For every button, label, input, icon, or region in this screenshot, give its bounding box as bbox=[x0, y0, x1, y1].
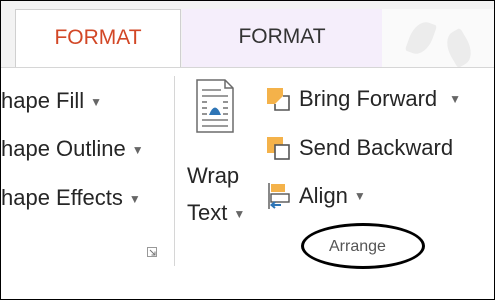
leaf-shape bbox=[440, 27, 478, 69]
bring-forward-label: Bring Forward bbox=[299, 86, 438, 111]
leaf-shape bbox=[404, 18, 438, 58]
tab-label: FORMAT bbox=[238, 25, 326, 48]
tab-label: FORMAT bbox=[54, 26, 142, 49]
ribbon-tab-bar: FORMAT FORMAT bbox=[1, 1, 494, 69]
ribbon-body: hape Fill ▼ hape Outline ▼ hape Effects ▼ bbox=[1, 68, 494, 299]
shape-fill-label: hape Fill bbox=[1, 88, 85, 113]
wrap-text-label-line2: Text bbox=[187, 200, 228, 225]
align-button[interactable]: Align ▼ bbox=[265, 181, 366, 211]
caret-down-icon: ▼ bbox=[128, 192, 141, 207]
shape-outline-label: hape Outline bbox=[1, 136, 126, 161]
wrap-text-label-line1[interactable]: Wrap bbox=[187, 163, 239, 189]
group-separator bbox=[174, 76, 175, 266]
wrap-text-button[interactable]: Text ▼ bbox=[187, 200, 245, 226]
caret-down-icon: ▼ bbox=[353, 189, 366, 203]
shape-fill-button[interactable]: hape Fill ▼ bbox=[1, 88, 102, 114]
shape-effects-button[interactable]: hape Effects ▼ bbox=[1, 185, 141, 211]
send-backward-label: Send Backward bbox=[299, 135, 454, 160]
caret-down-icon: ▼ bbox=[131, 143, 144, 158]
bring-forward-icon bbox=[267, 88, 290, 111]
bring-forward-button[interactable]: Bring Forward ▼ bbox=[265, 84, 461, 114]
dialog-launcher-icon[interactable] bbox=[147, 247, 157, 257]
send-backward-button[interactable]: Send Backward bbox=[265, 133, 453, 163]
caret-down-icon[interactable]: ▼ bbox=[449, 92, 461, 106]
tab-format-drawing-tools[interactable]: FORMAT bbox=[15, 9, 181, 69]
shape-outline-button[interactable]: hape Outline ▼ bbox=[1, 136, 144, 162]
align-icon bbox=[268, 183, 290, 209]
wrap-text-icon[interactable] bbox=[195, 78, 235, 134]
align-label: Align bbox=[299, 183, 348, 208]
send-backward-icon bbox=[267, 137, 290, 160]
shape-effects-label: hape Effects bbox=[1, 185, 123, 210]
tab-format-picture-tools[interactable]: FORMAT bbox=[182, 9, 382, 67]
decorative-background bbox=[382, 9, 494, 69]
caret-down-icon: ▼ bbox=[90, 95, 103, 110]
caret-down-icon: ▼ bbox=[233, 207, 246, 222]
ribbon-screenshot: FORMAT FORMAT hape Fill ▼ hape Outline ▼ h… bbox=[0, 0, 495, 300]
arrange-group-label: Arrange bbox=[329, 238, 386, 255]
